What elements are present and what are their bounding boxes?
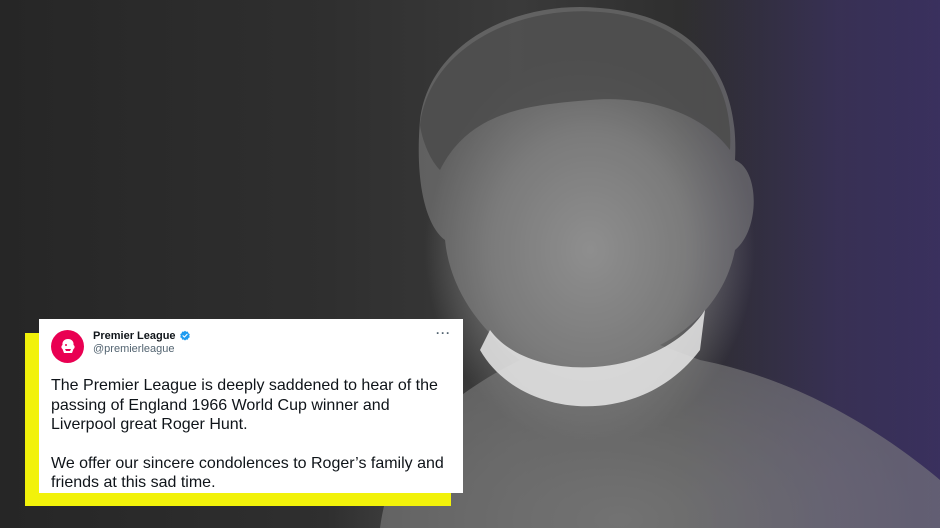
tweet-author: Premier League @premierleague bbox=[93, 330, 436, 355]
tweet-card[interactable]: Premier League @premierleague ··· The Pr… bbox=[39, 319, 463, 493]
display-name-row: Premier League bbox=[93, 330, 436, 342]
verified-badge-icon bbox=[179, 330, 190, 341]
display-name[interactable]: Premier League bbox=[93, 330, 176, 342]
tweet-body: The Premier League is deeply saddened to… bbox=[51, 376, 451, 493]
premier-league-lion-icon[interactable] bbox=[51, 330, 84, 363]
tweet-paragraph: The Premier League is deeply saddened to… bbox=[51, 377, 438, 433]
more-options-icon[interactable]: ··· bbox=[436, 326, 451, 340]
tweet-header: Premier League @premierleague ··· bbox=[51, 326, 451, 368]
user-handle[interactable]: @premierleague bbox=[93, 343, 436, 355]
tweet-paragraph: We offer our sincere condolences to Roge… bbox=[51, 454, 444, 492]
